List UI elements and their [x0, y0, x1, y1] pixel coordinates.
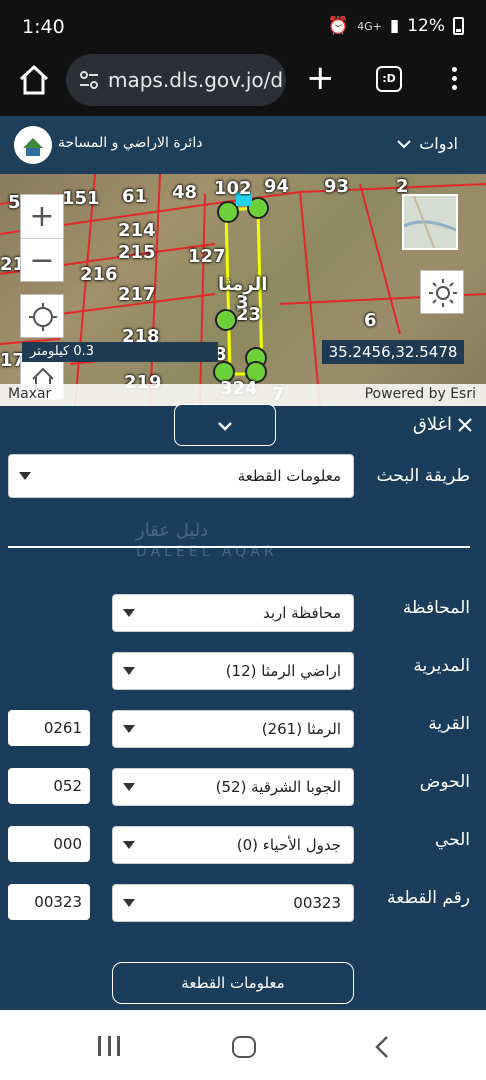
url-text: maps.dls.gov.jo/d	[108, 68, 284, 92]
back-icon[interactable]	[370, 1034, 396, 1060]
map-view[interactable]: 151 61 48 102 94 93 2 214 215 127 216 21…	[0, 174, 486, 406]
home-button-icon[interactable]	[232, 1036, 256, 1058]
dropdown-caret-icon	[19, 472, 31, 480]
close-icon	[458, 417, 472, 432]
dls-logo[interactable]	[14, 126, 52, 164]
search-method-label: طريقة البحث	[376, 466, 470, 486]
zoom-controls: + −	[20, 194, 64, 282]
sun-icon	[429, 279, 457, 307]
browser-home-icon[interactable]	[16, 62, 52, 98]
site-title: دائرة الاراضي و المساحة	[58, 135, 203, 151]
plot-label: 214	[118, 220, 156, 241]
basemap-toggle[interactable]	[402, 194, 458, 250]
watermark-arabic: دليل عقار	[136, 520, 209, 541]
neighborhood-code-input[interactable]: 000	[8, 826, 90, 862]
parcel-info-button[interactable]: معلومات القطعة	[112, 962, 354, 1004]
neighborhood-value: جدول الأحياء (0)	[236, 836, 341, 854]
basin-select[interactable]: الجوبا الشرقية (52)	[112, 768, 354, 806]
directorate-select[interactable]: اراضي الرمثا (12)	[112, 652, 354, 690]
neighborhood-select[interactable]: جدول الأحياء (0)	[112, 826, 354, 864]
plot-label: 93	[324, 176, 350, 197]
attribution-powered-by[interactable]: Powered by Esri	[365, 386, 476, 402]
parcel-number-select[interactable]: 00323	[112, 884, 354, 922]
chevron-down-icon	[397, 139, 411, 148]
search-panel: اغلاق طريقة البحث معلومات القطعة دليل عق…	[0, 404, 486, 1010]
alarm-icon: ⏰	[327, 16, 350, 36]
plot-label: 48	[172, 182, 198, 203]
watermark-logo: دليل عقار DALEEL AQAR	[136, 512, 346, 568]
governorate-select[interactable]: محافظة اربد	[112, 594, 354, 632]
signal-icon: ▮	[389, 16, 400, 36]
collapse-panel-button[interactable]	[174, 404, 276, 446]
address-bar[interactable]: maps.dls.gov.jo/d	[66, 54, 286, 106]
plot-label: 5	[8, 192, 21, 213]
tools-menu[interactable]: ادوات	[397, 134, 458, 153]
status-bar: 1:40 ⏰ 4G+ ▮ 12%	[0, 0, 486, 52]
zoom-out-button[interactable]: −	[21, 239, 63, 283]
dropdown-caret-icon	[123, 841, 135, 849]
dropdown-caret-icon	[123, 783, 135, 791]
tools-label: ادوات	[419, 134, 458, 153]
plot-label: 3	[236, 292, 249, 313]
map-attribution: Maxar Powered by Esri	[0, 384, 486, 406]
coordinates-readout: 35.2456,32.5478	[322, 340, 464, 364]
system-nav-bar	[0, 1010, 486, 1080]
parcel-code-input[interactable]: 00323	[8, 884, 90, 920]
recent-apps-icon[interactable]	[98, 1036, 120, 1056]
site-settings-icon[interactable]	[78, 69, 100, 91]
battery-icon	[453, 17, 464, 35]
governorate-label: المحافظة	[402, 598, 470, 618]
browser-toolbar: maps.dls.gov.jo/d + :D	[0, 52, 486, 116]
plot-label: 61	[122, 186, 148, 207]
close-panel-button[interactable]: اغلاق	[413, 414, 474, 435]
plot-label: 6	[364, 310, 377, 331]
status-icons: ⏰ 4G+ ▮ 12%	[328, 16, 464, 36]
plot-label: 151	[62, 188, 100, 209]
basemap-thumbnail-icon	[403, 195, 457, 249]
dropdown-caret-icon	[123, 725, 135, 733]
tab-switcher-button[interactable]: :D	[376, 66, 402, 92]
light-mode-button[interactable]	[420, 270, 464, 314]
basin-label: الحوض	[419, 772, 470, 792]
chevron-down-icon	[218, 422, 232, 431]
zoom-in-button[interactable]: +	[21, 195, 63, 239]
village-select[interactable]: الرمثا (261)	[112, 710, 354, 748]
crosshair-icon	[29, 303, 57, 331]
plot-label: 94	[264, 176, 290, 197]
plot-label: 216	[80, 264, 118, 285]
dropdown-caret-icon	[123, 899, 135, 907]
network-label: 4G+	[357, 19, 382, 33]
section-divider	[8, 546, 470, 548]
search-method-value: معلومات القطعة	[237, 467, 341, 485]
plot-label: 127	[188, 246, 226, 267]
basin-code-input[interactable]: 052	[8, 768, 90, 804]
parcel-number-label: رقم القطعة	[387, 888, 470, 908]
browser-menu-icon[interactable]	[444, 64, 464, 96]
neighborhood-label: الحي	[434, 830, 470, 850]
status-time: 1:40	[22, 16, 65, 38]
map-scale-bar: 0.3 كيلومتر	[22, 342, 218, 362]
dropdown-caret-icon	[123, 609, 135, 617]
locate-button[interactable]	[20, 294, 64, 338]
directorate-label: المديرية	[413, 656, 470, 676]
battery-percent: 12%	[407, 16, 445, 36]
plot-label: 215	[118, 242, 156, 263]
basin-value: الجوبا الشرقية (52)	[215, 778, 341, 796]
village-value: الرمثا (261)	[261, 720, 341, 738]
dropdown-caret-icon	[123, 667, 135, 675]
parcel-number-value: 00323	[293, 894, 341, 912]
governorate-value: محافظة اربد	[262, 604, 341, 622]
plot-label: 217	[118, 284, 156, 305]
new-tab-icon[interactable]: +	[306, 60, 335, 96]
village-label: القرية	[428, 714, 470, 734]
site-header: دائرة الاراضي و المساحة ادوات	[0, 116, 486, 174]
attribution-source: Maxar	[8, 386, 52, 402]
village-code-input[interactable]: 0261	[8, 710, 90, 746]
search-method-select[interactable]: معلومات القطعة	[8, 454, 354, 498]
close-label: اغلاق	[412, 414, 452, 435]
plot-label: 102	[214, 178, 252, 199]
town-label: الرمثا	[218, 274, 268, 295]
directorate-value: اراضي الرمثا (12)	[225, 662, 341, 680]
